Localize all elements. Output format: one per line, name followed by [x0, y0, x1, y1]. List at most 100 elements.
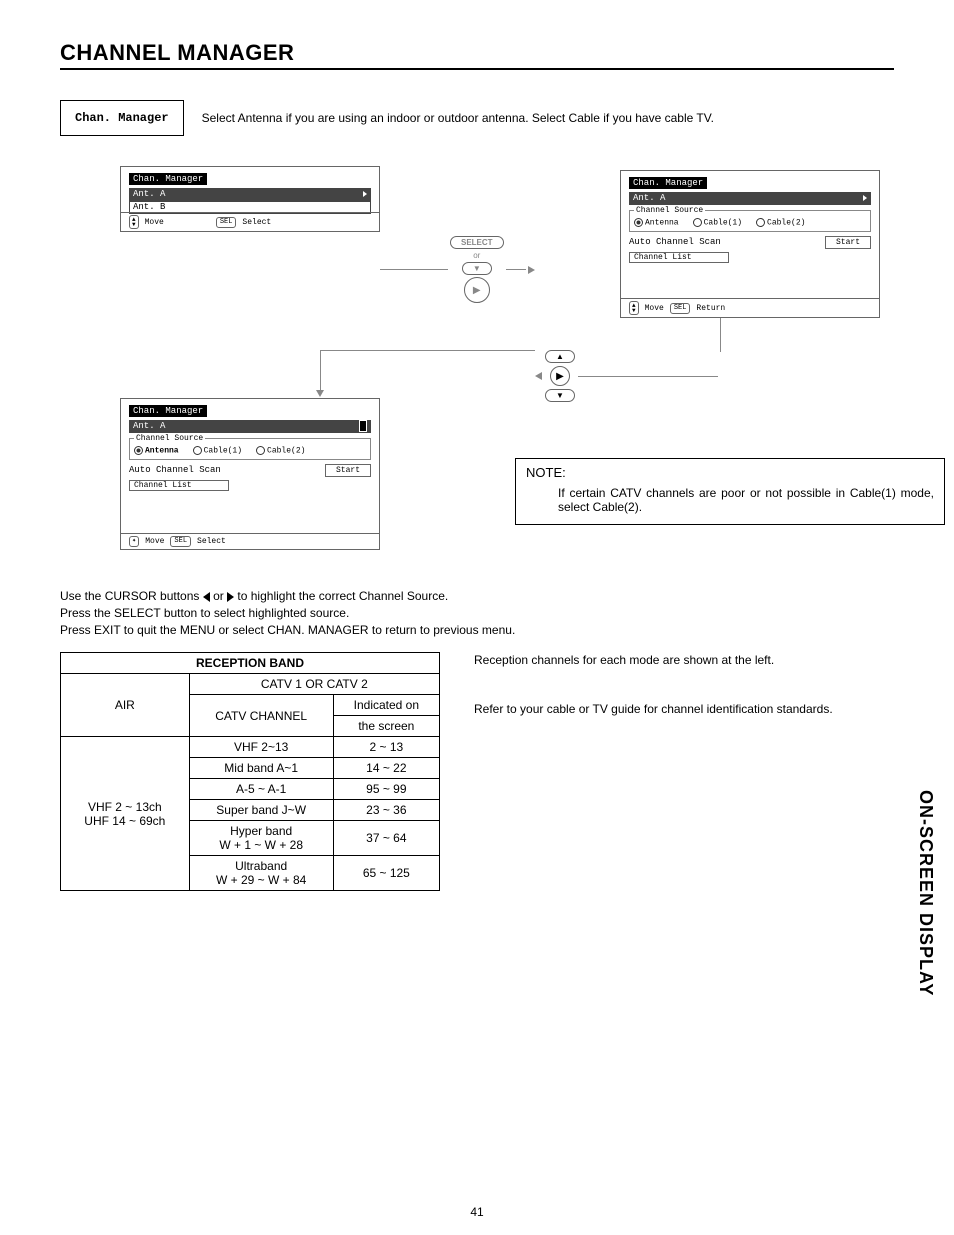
- catv-channel-header: CATV CHANNEL: [189, 695, 333, 737]
- osd-select-label: Select: [197, 537, 226, 546]
- opt-antenna: Antenna: [634, 218, 679, 228]
- table-cell: Super band J~W: [189, 800, 333, 821]
- opt-antenna: Antenna: [134, 446, 179, 456]
- channel-list-button: Channel List: [129, 480, 229, 491]
- table-cell: 65 ~ 125: [333, 856, 439, 891]
- cursor-right-key: ▶: [464, 277, 490, 303]
- osd-move-label: Move: [145, 218, 164, 227]
- cursor-left-icon: [203, 592, 210, 602]
- four-way-icon: ✦: [129, 536, 139, 547]
- opt-cable1: Cable(1): [693, 218, 742, 228]
- osd-move-label: Move: [145, 537, 164, 546]
- table-cell: Mid band A~1: [189, 758, 333, 779]
- catv-header: CATV 1 OR CATV 2: [189, 674, 439, 695]
- auto-scan-row: Auto Channel Scan Start: [629, 236, 871, 249]
- opt-cable2: Cable(2): [756, 218, 805, 228]
- table-cell: A-5 ~ A-1: [189, 779, 333, 800]
- note-title: NOTE:: [526, 465, 934, 480]
- radio-icon: [756, 218, 765, 227]
- flow-line-down2: [320, 350, 321, 390]
- osd-item-ant-a: Ant. A: [129, 420, 371, 433]
- cursor-icon: [359, 420, 367, 432]
- osd-item-ant-a: Ant. A: [629, 192, 871, 205]
- osd-menu-1: Chan. Manager Ant. A Ant. B Move SEL Sel…: [120, 166, 380, 232]
- channel-source-group: Channel Source Antenna Cable(1) Cable(2): [129, 434, 371, 460]
- osd-return-label: Return: [696, 304, 725, 313]
- instructions: Use the CURSOR buttons or to highlight t…: [60, 588, 894, 638]
- updown-icon: [629, 301, 639, 315]
- side-label: ON-SCREEN DISPLAY: [915, 790, 936, 996]
- table-cell: 37 ~ 64: [333, 821, 439, 856]
- channel-list-button: Channel List: [629, 252, 729, 263]
- radio-filled-icon: [134, 446, 143, 455]
- page-number: 41: [0, 1205, 954, 1219]
- side-text: Reception channels for each mode are sho…: [474, 652, 894, 750]
- indicated-header-1: Indicated on: [333, 695, 439, 716]
- table-title: RECEPTION BAND: [61, 653, 440, 674]
- auto-scan-row: Auto Channel Scan Start: [129, 464, 371, 477]
- osd-item-ant-a: Ant. A: [129, 188, 371, 201]
- flow-arrow-head: [316, 390, 324, 397]
- channel-source-legend: Channel Source: [134, 434, 205, 443]
- osd-footer: Move SEL Select: [121, 212, 379, 231]
- lower-row: RECEPTION BAND AIR CATV 1 OR CATV 2 CATV…: [60, 652, 894, 891]
- osd-menu-2: Chan. Manager Ant. A Channel Source Ante…: [620, 170, 880, 318]
- air-header: AIR: [61, 674, 190, 737]
- note-body: If certain CATV channels are poor or not…: [558, 486, 934, 514]
- table-cell: UltrabandW + 29 ~ W + 84: [189, 856, 333, 891]
- air-rows-cell: VHF 2 ~ 13ch UHF 14 ~ 69ch: [61, 737, 190, 891]
- osd-title: Chan. Manager: [129, 173, 207, 185]
- radio-icon: [256, 446, 265, 455]
- select-key-btn: SELECT: [450, 236, 504, 249]
- note-box: NOTE: If certain CATV channels are poor …: [515, 458, 945, 525]
- radio-icon: [193, 446, 202, 455]
- start-button: Start: [825, 236, 871, 249]
- osd-title: Chan. Manager: [129, 405, 207, 417]
- start-button: Start: [325, 464, 371, 477]
- reception-band-table: RECEPTION BAND AIR CATV 1 OR CATV 2 CATV…: [60, 652, 440, 891]
- flow-line-down: [720, 318, 721, 352]
- cursor-up-key: ▲: [545, 350, 575, 363]
- osd-move-label: Move: [645, 304, 664, 313]
- flow-line-left: [320, 350, 535, 351]
- side-text-1: Reception channels for each mode are sho…: [474, 652, 894, 669]
- flow-arrow-right: SELECT or ▼ ▶: [380, 236, 535, 303]
- cursor-down-key: ▼: [545, 389, 575, 402]
- select-key-icon: SEL: [216, 217, 237, 228]
- table-cell: VHF 2~13: [189, 737, 333, 758]
- table-cell: Hyper bandW + 1 ~ W + 28: [189, 821, 333, 856]
- cursor-down-key: ▼: [462, 262, 492, 275]
- table-cell: 2 ~ 13: [333, 737, 439, 758]
- table-cell: 23 ~ 36: [333, 800, 439, 821]
- instruction-line-1: Use the CURSOR buttons or to highlight t…: [60, 588, 894, 605]
- chevron-right-icon: [363, 191, 367, 197]
- intro-row: Chan. Manager Select Antenna if you are …: [60, 100, 894, 136]
- select-key-icon: SEL: [670, 303, 691, 314]
- osd-title: Chan. Manager: [629, 177, 707, 189]
- osd-select-label: Select: [242, 218, 271, 227]
- channel-source-legend: Channel Source: [634, 206, 705, 215]
- channel-source-group: Channel Source Antenna Cable(1) Cable(2): [629, 206, 871, 232]
- flow-back: ▲ ▶ ▼: [535, 350, 718, 402]
- side-text-2: Refer to your cable or TV guide for chan…: [474, 701, 894, 718]
- intro-text: Select Antenna if you are using an indoo…: [202, 111, 714, 125]
- or-label: or: [473, 251, 480, 260]
- osd-footer: ✦ Move SEL Select: [121, 533, 379, 549]
- chan-manager-label-box: Chan. Manager: [60, 100, 184, 136]
- chevron-right-icon: [863, 195, 867, 201]
- radio-filled-icon: [634, 218, 643, 227]
- opt-cable2: Cable(2): [256, 446, 305, 456]
- select-key-icon: SEL: [170, 536, 191, 547]
- diagram-area: Chan. Manager Ant. A Ant. B Move SEL Sel…: [120, 166, 894, 556]
- indicated-header-2: the screen: [333, 716, 439, 737]
- osd-menu-3: Chan. Manager Ant. A Channel Source Ante…: [120, 398, 380, 550]
- instruction-line-2: Press the SELECT button to select highli…: [60, 605, 894, 622]
- table-cell: 95 ~ 99: [333, 779, 439, 800]
- table-cell: 14 ~ 22: [333, 758, 439, 779]
- cursor-right-key: ▶: [550, 366, 570, 386]
- radio-icon: [693, 218, 702, 227]
- instruction-line-3: Press EXIT to quit the MENU or select CH…: [60, 622, 894, 639]
- page-title: CHANNEL MANAGER: [60, 40, 894, 70]
- osd-footer: Move SEL Return: [621, 298, 879, 317]
- updown-icon: [129, 215, 139, 229]
